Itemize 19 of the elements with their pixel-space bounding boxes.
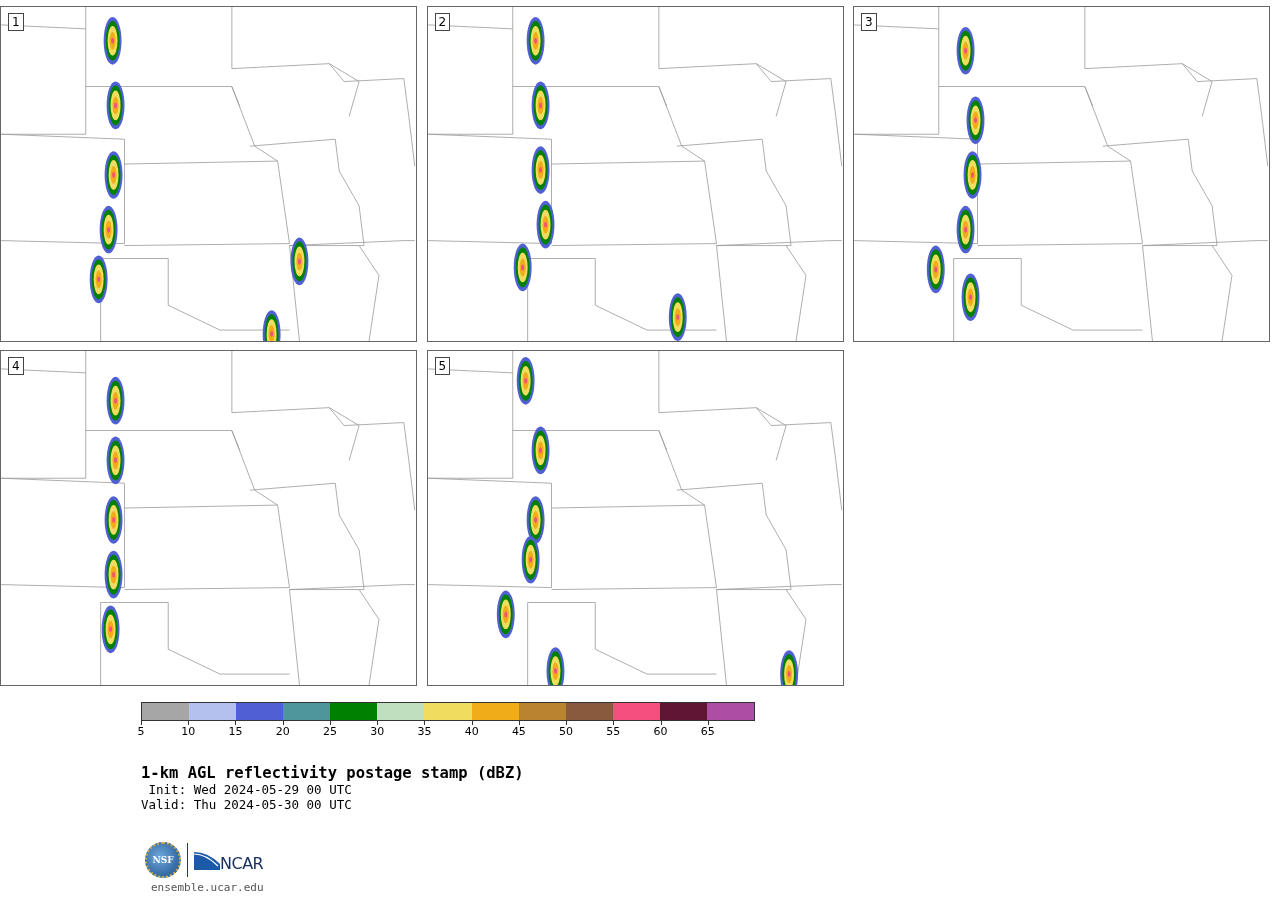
panel-number: 3 [861, 13, 877, 31]
tick-label: 50 [559, 726, 574, 738]
swoosh-logo-icon [194, 850, 220, 870]
website-link[interactable]: ensemble.ucar.edu [151, 881, 1280, 894]
globe-seal-logo: NSF [145, 842, 181, 878]
init-time: Init: Wed 2024-05-29 00 UTC [147, 782, 353, 797]
tick-label: 10 [181, 726, 196, 738]
chart-title: 1-km AGL reflectivity postage stamp (dBZ) [141, 764, 525, 782]
tick-label: 35 [417, 726, 432, 738]
tick-label: 55 [606, 726, 621, 738]
panel-number: 2 [434, 13, 451, 31]
tick-label: 15 [228, 726, 243, 738]
tick-label: 5 [137, 726, 145, 738]
panel-number: 1 [8, 13, 24, 31]
tick-label: 30 [370, 726, 385, 738]
panel-number: 5 [434, 357, 451, 375]
valid-time: Valid: Thu 2024-05-30 00 UTC [141, 797, 353, 812]
panel-number: 4 [8, 357, 24, 375]
ncar-logo-text: NCAR [220, 853, 264, 873]
